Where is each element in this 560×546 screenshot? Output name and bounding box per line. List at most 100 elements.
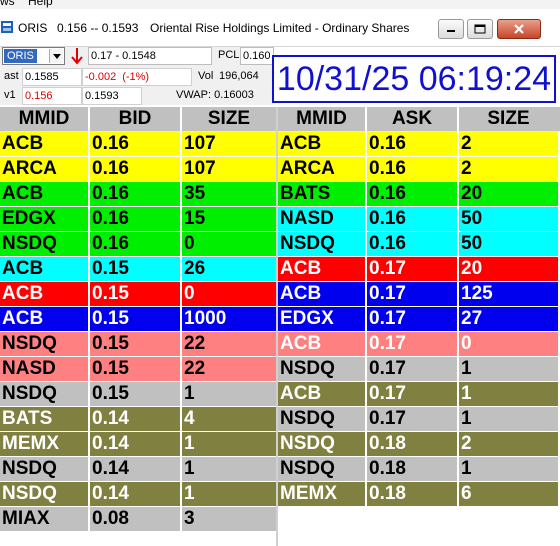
ask-row-mmid: ACB [278, 332, 367, 356]
low-value: 0.156 [22, 87, 82, 105]
ask-book-row[interactable]: NSDQ 0.17 1 [278, 357, 560, 382]
ask-row-size: 2 [459, 157, 558, 181]
bid-book-row[interactable]: ACB 0.15 26 [0, 257, 276, 282]
close-icon [514, 24, 524, 34]
ask-row-mmid: ACB [278, 382, 367, 406]
ask-book-row[interactable]: ARCA 0.16 2 [278, 157, 560, 182]
ask-row-mmid: ACB [278, 257, 367, 281]
ask-book-row[interactable]: EDGX 0.17 27 [278, 307, 560, 332]
bid-book-row[interactable]: BATS 0.14 4 [0, 407, 276, 432]
maximize-icon [474, 24, 486, 34]
bid-row-price: 0.16 [90, 207, 182, 231]
ask-row-mmid: NASD [278, 207, 367, 231]
bid-row-price: 0.15 [90, 332, 182, 356]
minimize-button[interactable] [438, 19, 464, 39]
bid-book-row[interactable]: NASD 0.15 22 [0, 357, 276, 382]
day-range-field: 0.17 - 0.1548 [88, 47, 212, 65]
bid-row-size: 1 [182, 382, 276, 406]
ask-row-size: 1 [459, 407, 558, 431]
bid-book-row[interactable]: ARCA 0.16 107 [0, 157, 276, 182]
bid-book-row[interactable]: ACB 0.15 1000 [0, 307, 276, 332]
menu-bar: ws Help [0, 0, 560, 9]
clock-display: 10/31/25 06:19:24 [272, 55, 556, 103]
bid-book-row[interactable]: NSDQ 0.14 1 [0, 482, 276, 507]
bid-row-mmid: ACB [0, 307, 90, 331]
ask-row-mmid: BATS [278, 182, 367, 206]
chevron-down-icon[interactable] [49, 49, 63, 63]
bid-row-price: 0.15 [90, 382, 182, 406]
bid-book-row[interactable]: MIAX 0.08 3 [0, 507, 276, 532]
bid-row-mmid: BATS [0, 407, 90, 431]
ask-row-size: 2 [459, 432, 558, 456]
bid-header-price[interactable]: BID [90, 107, 182, 131]
ask-row-price: 0.17 [367, 282, 459, 306]
bid-book-row[interactable]: EDGX 0.16 15 [0, 207, 276, 232]
ask-book-row[interactable]: ACB 0.17 1 [278, 382, 560, 407]
ask-row-price: 0.17 [367, 407, 459, 431]
ask-row-mmid: NSDQ [278, 357, 367, 381]
bid-book-row[interactable]: NSDQ 0.15 22 [0, 332, 276, 357]
bid-book-row[interactable]: ACB 0.16 35 [0, 182, 276, 207]
bid-book-row[interactable]: NSDQ 0.15 1 [0, 382, 276, 407]
app-icon [1, 21, 13, 33]
maximize-button[interactable] [467, 19, 493, 39]
bid-book-row[interactable]: ACB 0.15 0 [0, 282, 276, 307]
title-range: 0.156 -- 0.1593 [57, 21, 139, 35]
v1-label: v1 [4, 89, 16, 101]
ask-header-size[interactable]: SIZE [459, 107, 558, 131]
ask-book-row[interactable]: NSDQ 0.16 50 [278, 232, 560, 257]
bid-row-mmid: NSDQ [0, 382, 90, 406]
ask-book-row[interactable]: NASD 0.16 50 [278, 207, 560, 232]
symbol-value[interactable]: ORIS [4, 49, 37, 63]
ask-row-price: 0.16 [367, 157, 459, 181]
bid-row-mmid: EDGX [0, 207, 90, 231]
price-down-arrow-icon [71, 48, 83, 65]
ask-row-price: 0.17 [367, 257, 459, 281]
ask-book-row[interactable]: NSDQ 0.18 1 [278, 457, 560, 482]
bid-row-price: 0.14 [90, 407, 182, 431]
change-percent: (-1%) [122, 71, 150, 83]
ask-row-price: 0.17 [367, 332, 459, 356]
ask-book-row[interactable]: ACB 0.17 0 [278, 332, 560, 357]
ask-book-row[interactable]: NSDQ 0.17 1 [278, 407, 560, 432]
bid-row-price: 0.16 [90, 182, 182, 206]
bid-row-size: 22 [182, 332, 276, 356]
bid-row-price: 0.08 [90, 507, 182, 531]
ask-row-mmid: MEMX [278, 482, 367, 506]
ask-header-mmid[interactable]: MMID [278, 107, 367, 131]
change-value: -0.002 [85, 71, 117, 83]
ask-row-mmid: ACB [278, 132, 367, 156]
bid-book-row[interactable]: ACB 0.16 107 [0, 132, 276, 157]
close-button[interactable] [497, 19, 541, 39]
ask-row-price: 0.18 [367, 457, 459, 481]
bid-row-price: 0.15 [90, 357, 182, 381]
ask-row-mmid: NSDQ [278, 432, 367, 456]
ask-book-row[interactable]: NSDQ 0.18 2 [278, 432, 560, 457]
ask-book-row[interactable]: BATS 0.16 20 [278, 182, 560, 207]
ask-rows: ACB 0.16 2 ARCA 0.16 2 BATS 0.16 20 NASD 0.16 50 NSD… [278, 132, 560, 507]
bid-row-mmid: NSDQ [0, 457, 90, 481]
ask-header-price[interactable]: ASK [367, 107, 459, 131]
bid-row-size: 3 [182, 507, 276, 531]
bid-row-mmid: ACB [0, 257, 90, 281]
menu-item-help[interactable]: Help [28, 0, 53, 8]
menu-item-windows[interactable]: ws [0, 0, 15, 8]
ask-row-size: 50 [459, 207, 558, 231]
ask-book-row[interactable]: ACB 0.17 125 [278, 282, 560, 307]
ask-book-row[interactable]: MEMX 0.18 6 [278, 482, 560, 507]
bid-book-row[interactable]: NSDQ 0.16 0 [0, 232, 276, 257]
ask-row-size: 2 [459, 132, 558, 156]
bid-book-row[interactable]: NSDQ 0.14 1 [0, 457, 276, 482]
bid-header-size[interactable]: SIZE [182, 107, 276, 131]
pcl-label: PCL [218, 49, 240, 61]
ask-row-price: 0.16 [367, 182, 459, 206]
bid-header-mmid[interactable]: MMID [0, 107, 90, 131]
ask-row-mmid: NSDQ [278, 232, 367, 256]
pcl-value: 0.160 [240, 47, 274, 65]
ask-row-size: 1 [459, 357, 558, 381]
ask-book-row[interactable]: ACB 0.17 20 [278, 257, 560, 282]
bid-book-row[interactable]: MEMX 0.14 1 [0, 432, 276, 457]
ask-row-size: 20 [459, 257, 558, 281]
symbol-combobox[interactable]: ORIS [2, 47, 65, 65]
ask-book-row[interactable]: ACB 0.16 2 [278, 132, 560, 157]
